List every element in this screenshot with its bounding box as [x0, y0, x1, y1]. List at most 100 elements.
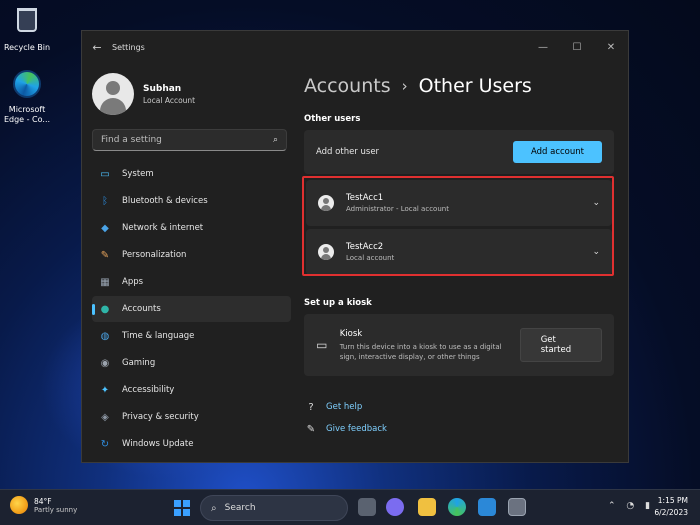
sidebar-item-label: Accounts — [122, 304, 161, 314]
accessibility-icon: ✦ — [100, 384, 110, 396]
feedback-icon: ✎ — [306, 423, 316, 435]
sidebar-item-label: Privacy & security — [122, 412, 199, 422]
recycle-bin-icon — [11, 8, 43, 40]
minimize-icon[interactable]: — — [526, 42, 560, 53]
settings-window: ← Settings — ☐ ✕ Subhan Local Account Fi… — [81, 30, 629, 463]
edge-desktop-icon[interactable]: Microsoft Edge - Co... — [2, 68, 52, 125]
sidebar: Subhan Local Account Find a setting ⌕ ▭ S… — [82, 63, 297, 462]
sidebar-item-label: Gaming — [122, 358, 156, 368]
search-icon: ⌕ — [272, 135, 278, 145]
get-help-label: Get help — [326, 402, 363, 412]
get-started-button[interactable]: Get started — [519, 328, 602, 362]
sidebar-item-bluetooth-devices[interactable]: ᛒ Bluetooth & devices — [92, 188, 291, 214]
brush-icon: ✎ — [100, 249, 110, 261]
recycle-bin-label: Recycle Bin — [3, 43, 51, 52]
user-name: TestAcc2 — [346, 242, 384, 252]
search-icon: ⌕ — [211, 502, 217, 514]
search-placeholder: Find a setting — [101, 135, 162, 145]
kiosk-desc: Turn this device into a kiosk to use as … — [339, 342, 502, 361]
profile-type: Local Account — [143, 95, 196, 105]
sidebar-item-system[interactable]: ▭ System — [92, 161, 291, 187]
sidebar-item-label: Bluetooth & devices — [122, 196, 208, 206]
user-name: TestAcc1 — [346, 193, 384, 203]
clock-time: 1:15 PM — [657, 496, 688, 505]
weather-widget[interactable]: 84°F Partly sunny — [10, 496, 77, 514]
chevron-down-icon[interactable]: ⌄ — [592, 198, 600, 208]
taskbar-search-label: Search — [224, 503, 256, 513]
update-icon: ↻ — [100, 438, 110, 450]
title-bar: ← Settings — ☐ ✕ — [82, 31, 628, 63]
sidebar-item-accessibility[interactable]: ✦ Accessibility — [92, 377, 291, 403]
accounts-icon: ● — [100, 303, 110, 315]
close-icon[interactable]: ✕ — [594, 42, 628, 53]
add-account-button[interactable]: Add account — [512, 141, 602, 163]
edge-label: Microsoft Edge - Co... — [3, 105, 51, 124]
sun-icon — [10, 496, 28, 514]
profile[interactable]: Subhan Local Account — [82, 63, 297, 117]
apps-icon: ▦ — [100, 276, 110, 288]
sidebar-item-label: Apps — [122, 277, 144, 287]
sidebar-item-windows-update[interactable]: ↻ Windows Update — [92, 431, 291, 457]
chevron-down-icon[interactable]: ⌄ — [592, 247, 600, 257]
give-feedback-link[interactable]: ✎ Give feedback — [304, 418, 614, 440]
breadcrumb-parent[interactable]: Accounts — [304, 75, 391, 97]
sidebar-item-label: Accessibility — [122, 385, 175, 395]
system-tray[interactable]: ⌃ ◔ ▮ — [608, 501, 654, 511]
sidebar-item-gaming[interactable]: ◉ Gaming — [92, 350, 291, 376]
taskbar: 84°F Partly sunny ⌕ Search ⌃ ◔ ▮ 1:15 PM… — [0, 489, 700, 525]
sidebar-item-label: Network & internet — [122, 223, 204, 233]
shield-icon: ◈ — [101, 411, 109, 423]
edge-taskbar-icon[interactable] — [448, 498, 466, 516]
give-feedback-label: Give feedback — [326, 424, 387, 434]
user-desc: Administrator - Local account — [346, 205, 449, 213]
user-row-testacc1[interactable]: TestAcc1 Administrator - Local account ⌄ — [306, 180, 612, 226]
kiosk-section-title: Set up a kiosk — [304, 298, 372, 308]
edge-icon — [11, 70, 43, 102]
sidebar-item-label: Windows Update — [122, 439, 194, 449]
sidebar-nav: ▭ System ᛒ Bluetooth & devices ◆ Network & in… — [82, 161, 297, 457]
network-icon: ◆ — [101, 222, 109, 234]
add-other-user-label: Add other user — [316, 147, 380, 157]
breadcrumb-separator: › — [401, 76, 408, 95]
user-row-testacc2[interactable]: TestAcc2 Local account ⌄ — [306, 229, 612, 275]
windows-start-icon[interactable] — [174, 500, 190, 516]
search-input[interactable]: Find a setting ⌕ — [92, 129, 287, 151]
sidebar-item-personalization[interactable]: ✎ Personalization — [92, 242, 291, 268]
gamepad-icon: ◉ — [100, 357, 110, 369]
breadcrumb: Accounts › Other Users — [304, 63, 614, 108]
settings-taskbar-icon[interactable] — [508, 498, 526, 516]
profile-name: Subhan — [143, 83, 182, 94]
clock-date: 6/2/2023 — [654, 508, 688, 517]
chat-icon[interactable] — [386, 498, 404, 516]
sidebar-item-label: System — [122, 169, 154, 179]
help-links: ? Get help ✎ Give feedback — [304, 396, 614, 440]
help-icon: ? — [308, 401, 314, 413]
sidebar-item-accounts[interactable]: ● Accounts — [92, 296, 291, 322]
window-title: Settings — [112, 42, 145, 52]
user-avatar-icon — [318, 244, 334, 260]
get-help-link[interactable]: ? Get help — [304, 396, 614, 418]
maximize-icon[interactable]: ☐ — [560, 42, 594, 53]
sidebar-item-network-internet[interactable]: ◆ Network & internet — [92, 215, 291, 241]
sidebar-item-time-language[interactable]: ◍ Time & language — [92, 323, 291, 349]
sidebar-item-privacy-security[interactable]: ◈ Privacy & security — [92, 404, 291, 430]
taskbar-search[interactable]: ⌕ Search — [200, 495, 348, 521]
sidebar-item-apps[interactable]: ▦ Apps — [92, 269, 291, 295]
recycle-bin-desktop-icon[interactable]: Recycle Bin — [2, 4, 52, 53]
clock[interactable]: 1:15 PM 6/2/2023 — [654, 495, 688, 519]
avatar — [92, 73, 134, 115]
user-desc: Local account — [346, 254, 395, 262]
kiosk-monitor-icon: ▭ — [316, 338, 328, 352]
other-users-title: Other users — [304, 114, 361, 124]
user-avatar-icon — [318, 195, 334, 211]
page-title: Other Users — [418, 74, 532, 97]
store-icon[interactable] — [478, 498, 496, 516]
weather-temp: 84°F — [34, 496, 52, 506]
back-arrow-icon[interactable]: ← — [82, 41, 112, 54]
bluetooth-icon: ᛒ — [102, 195, 108, 207]
file-explorer-icon[interactable] — [418, 498, 436, 516]
add-other-user-row: Add other user Add account — [304, 130, 614, 174]
task-view-icon[interactable] — [358, 498, 376, 516]
sidebar-item-label: Personalization — [122, 250, 187, 260]
user-list: TestAcc1 Administrator - Local account ⌄… — [302, 176, 614, 280]
